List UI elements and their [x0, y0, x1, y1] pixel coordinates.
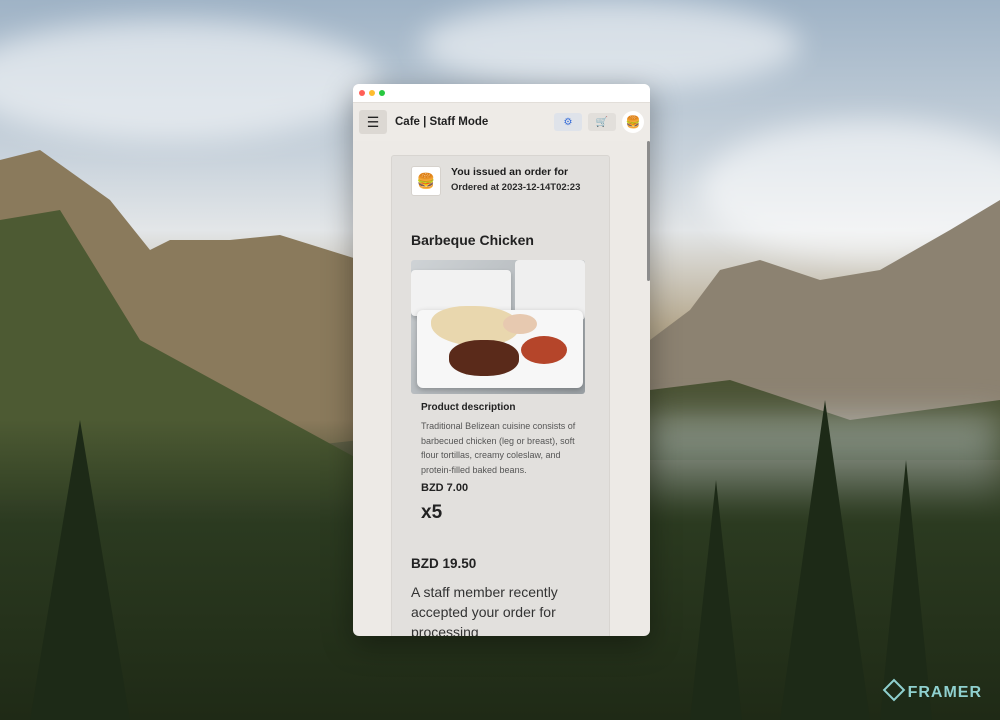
app-header: ☰ Cafe | Staff Mode ⚙ 🛒 🍔 — [353, 103, 650, 141]
main-content[interactable]: 🍔 You issued an order for Ordered at 202… — [353, 141, 650, 636]
cart-icon[interactable]: 🛒 — [588, 113, 616, 131]
coleslaw — [503, 314, 537, 334]
brand-logo-icon — [882, 678, 905, 702]
app-title: Cafe | Staff Mode — [395, 116, 489, 128]
pine-tree — [690, 480, 742, 720]
order-card: 🍔 You issued an order for Ordered at 202… — [391, 155, 610, 636]
unit-price: BZD 7.00 — [421, 482, 469, 494]
cloud — [0, 20, 380, 140]
pine-tree — [880, 460, 932, 720]
burger-icon: 🍔 — [625, 115, 641, 129]
quantity: x5 — [421, 502, 443, 523]
app-window: ☰ Cafe | Staff Mode ⚙ 🛒 🍔 🍔 You issued a… — [353, 84, 650, 636]
baked-beans — [521, 336, 567, 364]
order-timestamp: Ordered at 2023-12-14T02:23 — [451, 182, 581, 193]
bbq-chicken — [449, 340, 519, 376]
order-notice: 🍔 You issued an order for Ordered at 202… — [411, 166, 591, 196]
pine-tree — [30, 420, 130, 720]
order-status-message: A staff member recently accepted your or… — [411, 584, 558, 636]
avatar[interactable]: 🍔 — [622, 111, 644, 133]
maximize-window-button[interactable] — [379, 90, 385, 96]
product-description: Traditional Belizean cuisine consists of… — [421, 421, 576, 475]
order-total: BZD 19.50 — [411, 556, 477, 571]
cloud — [420, 0, 800, 90]
burger-icon: 🍔 — [411, 166, 441, 196]
notice-title: You issued an order for — [451, 166, 569, 178]
product-image — [411, 260, 585, 394]
brand-watermark: FRAMER — [882, 678, 982, 702]
product-name: Barbeque Chicken — [411, 232, 534, 248]
window-titlebar — [353, 84, 650, 103]
close-window-button[interactable] — [359, 90, 365, 96]
hamburger-menu-icon[interactable]: ☰ — [359, 110, 387, 134]
minimize-window-button[interactable] — [369, 90, 375, 96]
pine-tree — [780, 400, 870, 720]
scrollbar[interactable] — [647, 141, 650, 281]
description-heading: Product description — [421, 402, 516, 413]
settings-gears-icon[interactable]: ⚙ — [554, 113, 582, 131]
